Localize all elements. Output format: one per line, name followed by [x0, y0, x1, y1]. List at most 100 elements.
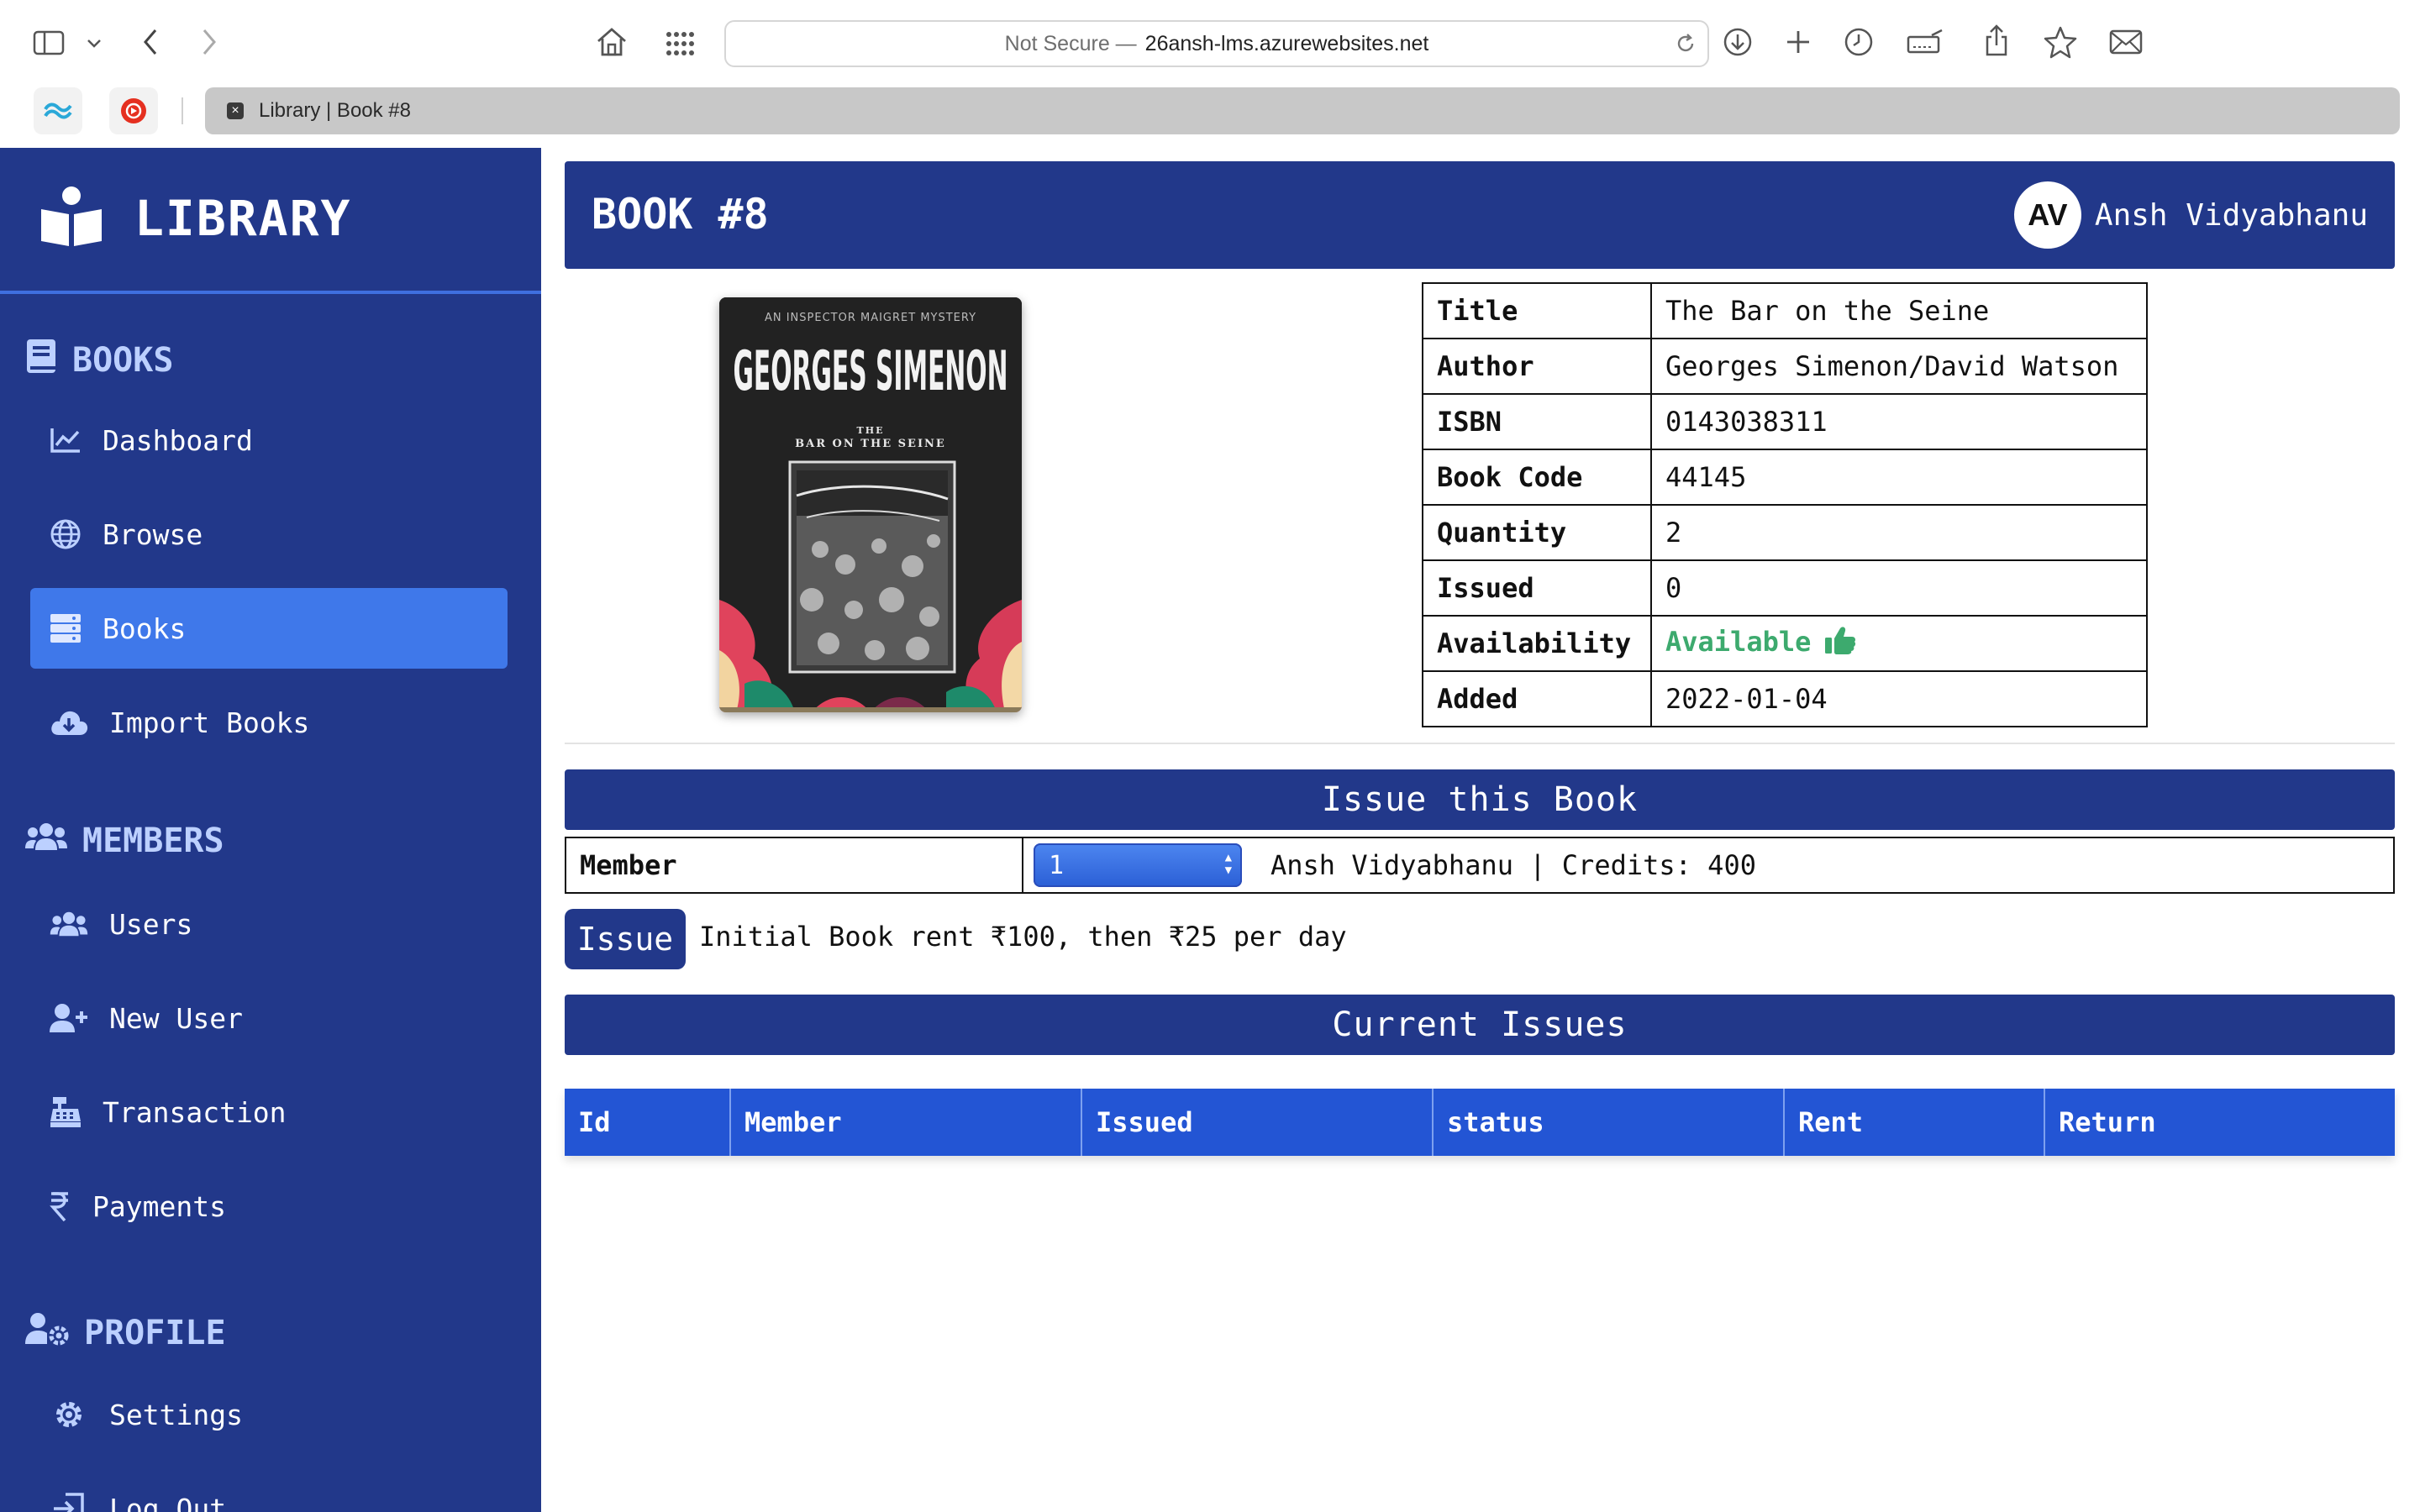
sidebar-item-settings[interactable]: Settings — [30, 1374, 508, 1455]
thumbs-up-icon — [1824, 627, 1856, 661]
brand[interactable]: LIBRARY — [39, 185, 351, 252]
mail-icon[interactable] — [2107, 25, 2144, 59]
sidebar-item-label: Books — [103, 612, 187, 645]
user-cog-icon — [25, 1312, 69, 1354]
history-icon[interactable] — [1842, 25, 1876, 59]
forward-icon[interactable] — [197, 25, 222, 59]
share-icon[interactable] — [1980, 22, 2013, 59]
current-issues-table-header: Id Member Issued status Rent Return — [565, 1089, 2395, 1156]
cover-title-small: THE — [857, 425, 885, 436]
browser-chrome: Not Secure — 26ansh-lms.azurewebsites.ne… — [0, 0, 2420, 148]
detail-label: ISBN — [1422, 393, 1652, 450]
column-header-return: Return — [2059, 1106, 2156, 1138]
detail-label: Book Code — [1422, 449, 1652, 506]
chevron-down-icon[interactable] — [84, 34, 104, 54]
detail-row: Title The Bar on the Seine — [1422, 282, 2148, 339]
sidebar-item-users[interactable]: Users — [30, 884, 508, 964]
sidebar-toggle-icon[interactable] — [32, 29, 66, 57]
detail-value: 2022-01-04 — [1650, 670, 2148, 727]
tab-close-icon[interactable]: × — [227, 102, 244, 119]
grid-apps-icon[interactable] — [664, 27, 697, 60]
member-label: Member — [566, 838, 1023, 892]
bookmark-star-icon[interactable] — [2042, 24, 2079, 60]
new-tab-icon[interactable] — [1781, 25, 1815, 59]
section-profile: PROFILE — [25, 1312, 226, 1354]
library-logo-icon — [39, 186, 104, 252]
tab-separator — [182, 97, 183, 124]
chart-line-icon — [49, 427, 82, 454]
reader-icon[interactable] — [1906, 25, 1946, 59]
home-icon[interactable] — [593, 24, 630, 60]
sidebar-item-browse[interactable]: Browse — [30, 494, 508, 575]
issue-button[interactable]: Issue — [565, 909, 686, 969]
detail-row: ISBN 0143038311 — [1422, 393, 2148, 450]
detail-row: Issued 0 — [1422, 559, 2148, 617]
member-info: Ansh Vidyabhanu | Credits: 400 — [1270, 849, 1756, 881]
detail-value: 0 — [1650, 559, 2148, 617]
detail-row: Availability Available — [1422, 615, 2148, 672]
avatar[interactable]: AV — [2013, 181, 2081, 249]
section-books-label: BOOKS — [72, 341, 174, 380]
sidebar-item-label: New User — [109, 1001, 243, 1035]
sidebar-item-transaction[interactable]: Transaction — [30, 1072, 508, 1152]
section-books: BOOKS — [25, 338, 173, 383]
sidebar-item-label: Log Out — [109, 1492, 227, 1512]
detail-value: 44145 — [1650, 449, 2148, 506]
cover-title-main: BAR ON THE SEINE — [795, 438, 946, 450]
cover-series: AN INSPECTOR MAIGRET MYSTERY — [765, 312, 976, 324]
brand-label: LIBRARY — [134, 190, 352, 247]
user-plus-icon — [49, 1003, 89, 1033]
detail-row: Added 2022-01-04 — [1422, 670, 2148, 727]
back-icon[interactable] — [138, 25, 163, 59]
sidebar-item-label: Browse — [103, 517, 203, 551]
sign-out-icon — [49, 1493, 89, 1512]
column-header-id: Id — [565, 1089, 731, 1156]
tailwind-favicon-icon[interactable] — [34, 87, 82, 134]
gear-icon — [49, 1398, 89, 1431]
page-title: BOOK #8 — [592, 190, 769, 239]
download-icon[interactable] — [1721, 25, 1754, 59]
address-host: 26ansh-lms.azurewebsites.net — [1144, 31, 1429, 55]
column-header-rent: Rent — [1785, 1089, 2045, 1156]
section-members-label: MEMBERS — [82, 822, 224, 860]
column-header-member: Member — [731, 1089, 1082, 1156]
select-arrows-icon: ▲ ▼ — [1224, 851, 1232, 877]
tab-bar: × Library | Book #8 — [205, 87, 2400, 134]
sidebar-item-import-books[interactable]: Import Books — [30, 682, 508, 763]
sidebar-item-books[interactable]: Books — [30, 588, 508, 669]
page-header: BOOK #8 AV Ansh Vidyabhanu — [565, 161, 2395, 269]
sidebar-item-dashboard[interactable]: Dashboard — [30, 400, 508, 480]
brand-divider — [0, 291, 541, 294]
sidebar-item-new-user[interactable]: New User — [30, 978, 508, 1058]
server-icon — [49, 613, 82, 643]
issue-section-heading: Issue this Book — [565, 769, 2395, 830]
address-security-label: Not Secure — — [1004, 31, 1137, 55]
user-name: Ansh Vidyabhanu — [2094, 197, 2368, 233]
sidebar-item-label: Settings — [109, 1398, 243, 1431]
member-cell: 1 ▲ ▼ Ansh Vidyabhanu | Credits: 400 — [1023, 838, 1756, 892]
member-select-value: 1 — [1049, 850, 1065, 880]
svg-text:GEORGES SIMENON: GEORGES SIMENON — [734, 339, 1008, 403]
address-bar[interactable]: Not Secure — 26ansh-lms.azurewebsites.ne… — [724, 20, 1709, 67]
detail-row: Author Georges Simenon/David Watson — [1422, 338, 2148, 395]
cash-register-icon — [49, 1096, 82, 1128]
column-header-status: status — [1434, 1089, 1785, 1156]
detail-label: Title — [1422, 282, 1652, 339]
detail-label: Quantity — [1422, 504, 1652, 561]
sidebar-item-label: Import Books — [109, 706, 310, 739]
reload-icon[interactable] — [1674, 32, 1697, 61]
globe-icon — [49, 518, 82, 550]
book-details-table: Title The Bar on the Seine Author Georges S… — [1422, 282, 2148, 727]
rupee-icon — [49, 1191, 71, 1221]
detail-value: The Bar on the Seine — [1650, 282, 2148, 339]
sidebar-item-payments[interactable]: Payments — [30, 1166, 508, 1247]
users-icon — [25, 822, 67, 860]
youtube-music-favicon-icon[interactable] — [109, 87, 158, 134]
detail-label: Issued — [1422, 559, 1652, 617]
section-members: MEMBERS — [25, 822, 224, 860]
sidebar-item-log-out[interactable]: Log Out — [30, 1468, 508, 1512]
member-select[interactable]: 1 ▲ ▼ — [1034, 843, 1242, 887]
detail-value: Georges Simenon/David Watson — [1650, 338, 2148, 395]
tab-library-book[interactable]: × Library | Book #8 — [205, 87, 411, 134]
user-menu[interactable]: AV Ansh Vidyabhanu — [2013, 181, 2368, 249]
